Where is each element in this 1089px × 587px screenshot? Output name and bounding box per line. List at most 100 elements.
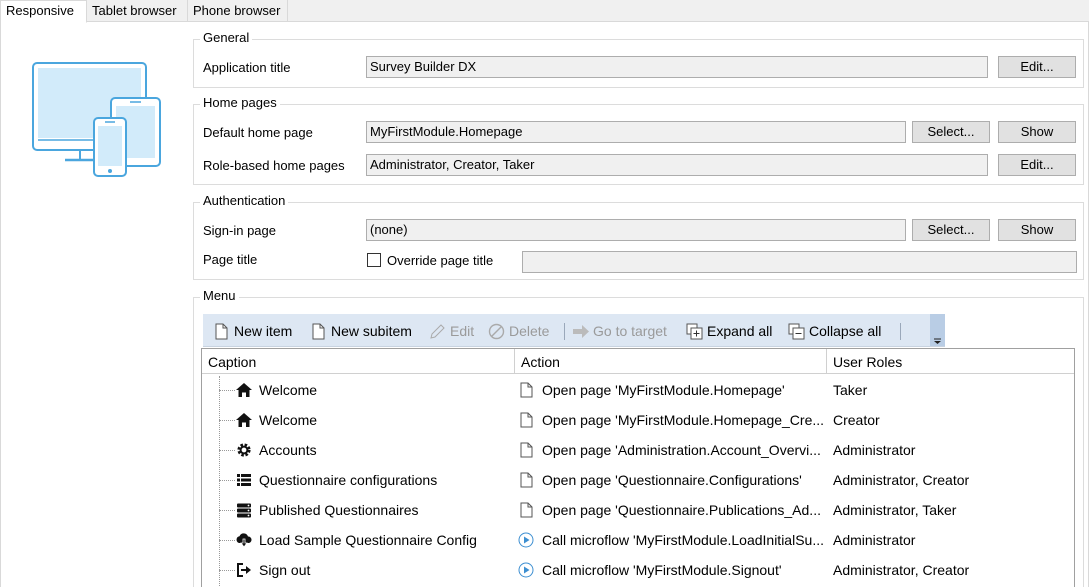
- menu-item-row[interactable]: Accounts Open page 'Administration.Accoun…: [202, 435, 1074, 465]
- toolbar-separator: [900, 323, 901, 340]
- action-column-header[interactable]: Action: [515, 349, 827, 374]
- chevron-down-icon: [934, 338, 941, 344]
- user-roles-column-header[interactable]: User Roles: [827, 349, 1074, 374]
- menu-item-row[interactable]: Questionnaire configurations Open page 'Q…: [202, 465, 1074, 495]
- gear-icon: [237, 443, 251, 457]
- menu-item-caption: Accounts: [259, 442, 317, 458]
- sign-out-icon: [237, 563, 251, 577]
- new-subitem-icon: [312, 323, 325, 340]
- default-home-page-show-button[interactable]: Show: [998, 121, 1076, 143]
- menu-item-caption: Welcome: [259, 382, 318, 398]
- menu-toolbar: New item New subitem Edit Delete Go to t…: [203, 314, 945, 347]
- toolbar-separator: [564, 323, 565, 340]
- expand-all-button[interactable]: Expand all: [686, 322, 781, 340]
- menu-item-row[interactable]: Welcome Open page 'MyFirstModule.Homepage…: [202, 375, 1074, 405]
- expand-all-label: Expand all: [707, 323, 773, 339]
- go-to-target-button[interactable]: Go to target: [572, 322, 680, 340]
- role-based-home-pages-label: Role-based home pages: [203, 158, 345, 173]
- menu-item-caption: Load Sample Questionnaire Config: [259, 532, 477, 548]
- menu-title: Menu: [200, 288, 239, 303]
- menu-item-caption: Published Questionnaires: [259, 502, 419, 518]
- responsive-devices-icon: [32, 62, 161, 177]
- tab-tablet-browser[interactable]: Tablet browser: [87, 0, 188, 22]
- menu-item-user-roles: Creator: [833, 412, 880, 428]
- role-based-home-pages-field[interactable]: Administrator, Creator, Taker: [366, 154, 988, 176]
- default-home-page-field[interactable]: MyFirstModule.Homepage: [366, 121, 906, 143]
- tree-connector: [219, 450, 235, 451]
- application-title-edit-button[interactable]: Edit...: [998, 56, 1076, 78]
- caption-column-header[interactable]: Caption: [202, 349, 515, 374]
- collapse-all-button[interactable]: Collapse all: [788, 322, 888, 340]
- list-icon: [237, 474, 251, 486]
- menu-item-row[interactable]: Sign out Call microflow 'MyFirstModule.Si…: [202, 555, 1074, 585]
- delete-button[interactable]: Delete: [488, 322, 558, 340]
- collapse-all-label: Collapse all: [809, 323, 882, 339]
- default-home-page-select-button[interactable]: Select...: [912, 121, 990, 143]
- page-icon: [520, 472, 533, 488]
- tree-connector: [219, 570, 235, 571]
- menu-item-action: Open page 'MyFirstModule.Homepage_Cre...: [542, 412, 825, 428]
- sign-in-page-select-button[interactable]: Select...: [912, 219, 990, 241]
- grid-header: Caption Action User Roles: [202, 349, 1074, 374]
- page-icon: [520, 442, 533, 458]
- delete-icon: [488, 323, 505, 340]
- go-to-target-label: Go to target: [593, 323, 667, 339]
- tab-bar: Responsive Tablet browser Phone browser: [0, 0, 1089, 23]
- toolbar-overflow-button[interactable]: [930, 314, 945, 347]
- application-title-field[interactable]: Survey Builder DX: [366, 56, 988, 78]
- sign-in-page-field[interactable]: (none): [366, 219, 906, 241]
- general-title: General: [200, 30, 253, 45]
- sign-in-page-show-button[interactable]: Show: [998, 219, 1076, 241]
- menu-item-action: Open page 'Questionnaire.Publications_Ad…: [542, 502, 821, 518]
- new-item-icon: [215, 323, 228, 340]
- page-icon: [520, 412, 533, 428]
- new-subitem-button[interactable]: New subitem: [310, 322, 425, 340]
- edit-button[interactable]: Edit: [429, 322, 484, 340]
- page-title-label: Page title: [203, 252, 258, 267]
- tree-connector: [219, 390, 235, 391]
- microflow-icon: [518, 562, 534, 578]
- expand-all-icon: [686, 323, 703, 340]
- pencil-icon: [430, 324, 445, 339]
- page-icon: [520, 502, 533, 518]
- arrow-right-icon: [573, 325, 589, 338]
- home-icon: [236, 383, 252, 397]
- tab-responsive[interactable]: Responsive: [0, 0, 87, 23]
- role-based-home-pages-edit-button[interactable]: Edit...: [998, 154, 1076, 176]
- new-item-button[interactable]: New item: [213, 322, 303, 340]
- microflow-icon: [518, 532, 534, 548]
- menu-item-row[interactable]: Published Questionnaires Open page 'Quest…: [202, 495, 1074, 525]
- tab-phone-browser[interactable]: Phone browser: [188, 0, 288, 22]
- tree-connector: [219, 510, 235, 511]
- page-icon: [520, 382, 533, 398]
- default-home-page-label: Default home page: [203, 125, 313, 140]
- menu-item-user-roles: Administrator, Creator: [833, 472, 970, 488]
- home-icon: [236, 413, 252, 427]
- cloud-download-icon: [236, 533, 252, 548]
- edit-label: Edit: [450, 323, 475, 339]
- new-subitem-label: New subitem: [331, 323, 412, 339]
- override-page-title-label: Override page title: [387, 253, 494, 268]
- home-pages-title: Home pages: [200, 95, 280, 110]
- menu-item-action: Open page 'Questionnaire.Configurations': [542, 472, 802, 488]
- menu-item-user-roles: Administrator, Taker: [833, 502, 957, 518]
- menu-item-row[interactable]: Load Sample Questionnaire Config Call mic…: [202, 525, 1074, 555]
- menu-item-row[interactable]: Welcome Open page 'MyFirstModule.Homepage…: [202, 405, 1074, 435]
- menu-item-action: Open page 'MyFirstModule.Homepage': [542, 382, 785, 398]
- menu-item-action: Open page 'Administration.Account_Overvi…: [542, 442, 821, 458]
- menu-item-user-roles: Taker: [833, 382, 868, 398]
- menu-item-caption: Sign out: [259, 562, 311, 578]
- new-item-label: New item: [234, 323, 293, 339]
- server-icon: [237, 503, 251, 518]
- sign-in-page-label: Sign-in page: [203, 223, 276, 238]
- menu-item-user-roles: Administrator: [833, 442, 916, 458]
- application-title-label: Application title: [203, 60, 291, 75]
- page-title-field[interactable]: [522, 251, 1077, 273]
- menu-item-action: Call microflow 'MyFirstModule.Signout': [542, 562, 782, 578]
- menu-item-user-roles: Administrator, Creator: [833, 562, 970, 578]
- tree-connector: [219, 420, 235, 421]
- menu-item-caption: Questionnaire configurations: [259, 472, 438, 488]
- menu-item-caption: Welcome: [259, 412, 318, 428]
- menu-item-action: Call microflow 'MyFirstModule.LoadInitia…: [542, 532, 824, 548]
- override-page-title-checkbox[interactable]: [367, 253, 381, 267]
